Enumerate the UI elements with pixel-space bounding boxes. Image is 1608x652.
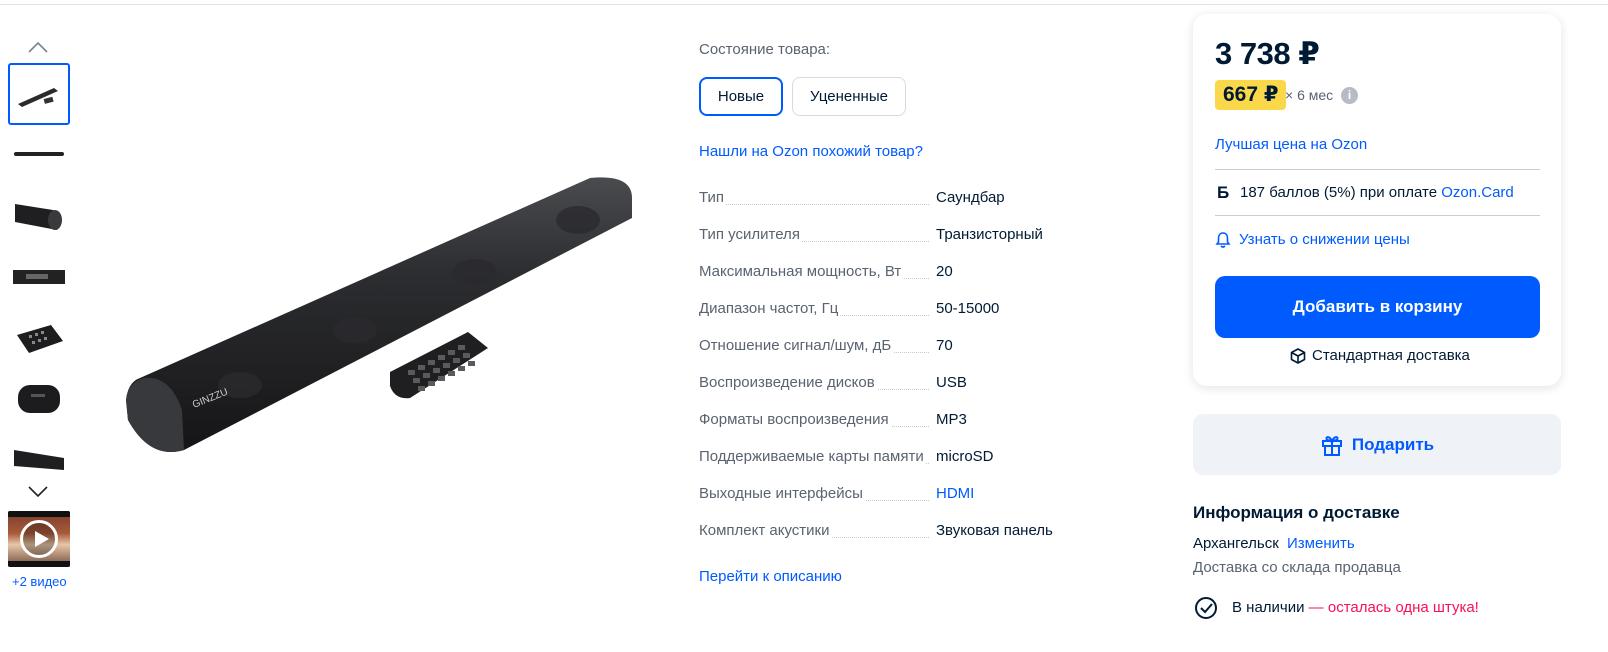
thumbnail-3[interactable] [8, 185, 70, 247]
spec-row: Форматы воспроизведения MP3 [699, 411, 1079, 431]
spec-row: Комплект акустики Звуковая панель [699, 522, 1079, 542]
info-icon[interactable]: i [1341, 87, 1358, 104]
condition-label: Состояние товара: [699, 41, 831, 58]
spec-value: 70 [936, 337, 953, 354]
condition-new-button[interactable]: Новые [699, 77, 783, 116]
card-divider [1215, 215, 1540, 216]
ozon-card-link[interactable]: Ozon.Card [1441, 184, 1514, 201]
gift-button[interactable]: Подарить [1193, 414, 1561, 475]
check-circle-icon [1195, 597, 1217, 619]
spec-name: Поддерживаемые карты памяти [699, 448, 926, 465]
spec-row: Воспроизведение дисков USB [699, 374, 1079, 394]
remote-image [17, 325, 63, 353]
bonus-info: 187 баллов (5%) при оплате Ozon.Card [1240, 184, 1514, 201]
thumbnail-1[interactable] [8, 63, 70, 125]
spec-name: Диапазон частот, Гц [699, 300, 841, 317]
video-count-link[interactable]: +2 видео [12, 574, 67, 589]
spec-value: microSD [936, 448, 994, 465]
add-to-cart-button[interactable]: Добавить в корзину [1215, 276, 1540, 338]
spec-name: Воспроизведение дисков [699, 374, 877, 391]
video-thumbnail[interactable] [8, 511, 70, 567]
bonus-icon: Б [1217, 183, 1230, 202]
chevron-up-icon [28, 41, 48, 53]
spec-name: Форматы воспроизведения [699, 411, 891, 428]
stock-warning: — осталась одна штука! [1304, 599, 1479, 616]
bell-icon [1215, 232, 1231, 248]
spec-value: Саундбар [936, 189, 1005, 206]
standard-delivery: Стандартная доставка [1290, 347, 1470, 364]
spec-name: Тип усилителя [699, 226, 802, 243]
standard-delivery-label: Стандартная доставка [1312, 347, 1470, 364]
remote-control-image [390, 332, 488, 399]
price-card: 3 738 ₽ 667 ₽ × 6 мес i Лучшая цена на O… [1193, 14, 1561, 386]
thumbnail-6[interactable] [8, 368, 70, 430]
spec-row: Диапазон частот, Гц 50-15000 [699, 300, 1079, 320]
video-frame-stripe [8, 511, 70, 517]
change-city-link[interactable]: Изменить [1287, 535, 1355, 552]
thumbnail-7[interactable] [8, 430, 70, 475]
spec-row: Тип усилителя Транзисторный [699, 226, 1079, 246]
spec-row: Максимальная мощность, Вт 20 [699, 263, 1079, 283]
gift-icon [1321, 435, 1342, 456]
spec-dots [699, 204, 929, 205]
spec-value-link[interactable]: HDMI [936, 485, 974, 502]
spec-name: Тип [699, 189, 727, 206]
thumbnail-5[interactable] [8, 308, 70, 370]
thumbs-up-arrow[interactable] [27, 37, 49, 59]
go-to-description-link[interactable]: Перейти к описанию [699, 568, 842, 585]
soundbar-image: GINZZU [126, 177, 632, 452]
card-divider [1215, 169, 1540, 170]
spec-row: Поддерживаемые карты памяти microSD [699, 448, 1079, 468]
stock-status: В наличии — осталась одна штука! [1232, 599, 1479, 616]
soundbar-thumb-image [18, 88, 58, 107]
play-icon [20, 520, 58, 558]
main-product-image[interactable]: GINZZU [110, 160, 650, 480]
top-divider [0, 4, 1608, 5]
spec-row: Выходные интерфейсы HDMI [699, 485, 1079, 505]
chevron-down-icon [28, 486, 48, 498]
thumbs-down-arrow[interactable] [27, 480, 49, 502]
spec-name: Комплект акустики [699, 522, 832, 539]
thumbnail-4[interactable] [8, 246, 70, 308]
stock-label: В наличии [1232, 599, 1305, 616]
bonus-text: 187 баллов (5%) при оплате [1240, 184, 1442, 201]
condition-discounted-button[interactable]: Уцененные [792, 77, 906, 116]
delivery-info-title: Информация о доставке [1193, 503, 1400, 522]
soundbar-side-image [14, 152, 64, 156]
installment-badge[interactable]: 667 ₽ [1215, 80, 1287, 110]
soundbar-endcap-image [18, 385, 60, 413]
video-frame-stripe [8, 561, 70, 567]
spec-row: Отношение сигнал/шум, дБ 70 [699, 337, 1079, 357]
product-price: 3 738 ₽ [1215, 36, 1320, 71]
soundbar-end-image [15, 204, 62, 230]
spec-value: Звуковая панель [936, 522, 1053, 539]
spec-name: Выходные интерфейсы [699, 485, 865, 502]
spec-row: Тип Саундбар [699, 189, 1079, 209]
spec-value: Транзисторный [936, 226, 1043, 243]
soundbar-panel-image [13, 270, 65, 284]
price-alert-link[interactable]: Узнать о снижении цены [1239, 231, 1410, 248]
spec-value: 20 [936, 263, 953, 280]
soundbar-angle-image [14, 449, 64, 470]
spec-value: MP3 [936, 411, 967, 428]
spec-value: 50-15000 [936, 300, 1000, 317]
spec-name: Максимальная мощность, Вт [699, 263, 904, 280]
similar-product-link[interactable]: Нашли на Ozon похожий товар? [699, 143, 923, 160]
delivery-city: Архангельск [1193, 535, 1279, 552]
installment-months: × 6 мес [1285, 87, 1334, 103]
delivery-source: Доставка со склада продавца [1193, 559, 1401, 576]
best-price-link[interactable]: Лучшая цена на Ozon [1215, 136, 1367, 153]
gift-button-label: Подарить [1351, 434, 1435, 454]
box-icon [1290, 347, 1306, 364]
thumbnail-2[interactable] [8, 123, 70, 185]
spec-value: USB [936, 374, 967, 391]
spec-name: Отношение сигнал/шум, дБ [699, 337, 894, 354]
